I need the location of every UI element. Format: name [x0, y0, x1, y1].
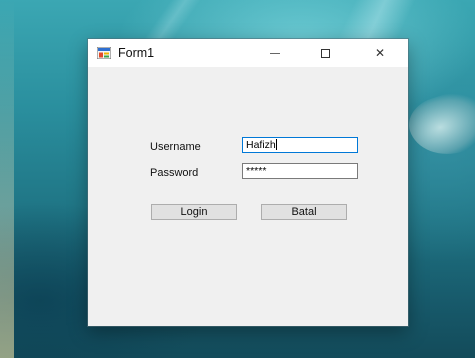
batal-button[interactable]: Batal	[261, 204, 347, 220]
watermark-stripe	[0, 0, 14, 358]
username-input[interactable]: Hafizh	[242, 137, 358, 153]
username-value: Hafizh	[246, 139, 276, 151]
desktop-wallpaper: Form1 ✕ Username Hafizh Password ***** L…	[0, 0, 475, 358]
maximize-icon	[320, 48, 330, 58]
login-button[interactable]: Login	[151, 204, 237, 220]
text-caret	[275, 139, 277, 150]
window-title: Form1	[118, 46, 155, 60]
password-input[interactable]: *****	[242, 163, 358, 179]
winforms-app-icon	[97, 47, 111, 59]
password-value: *****	[246, 165, 267, 177]
close-button[interactable]: ✕	[358, 39, 402, 67]
close-icon: ✕	[374, 46, 386, 60]
minimize-icon	[270, 52, 280, 54]
username-label: Username	[150, 141, 201, 153]
title-bar[interactable]: Form1 ✕	[88, 39, 408, 67]
maximize-button[interactable]	[303, 39, 347, 67]
form1-window: Form1 ✕ Username Hafizh Password ***** L…	[88, 39, 408, 326]
password-label: Password	[150, 167, 199, 179]
minimize-button[interactable]	[253, 39, 297, 67]
swimmer-shape	[402, 84, 475, 166]
